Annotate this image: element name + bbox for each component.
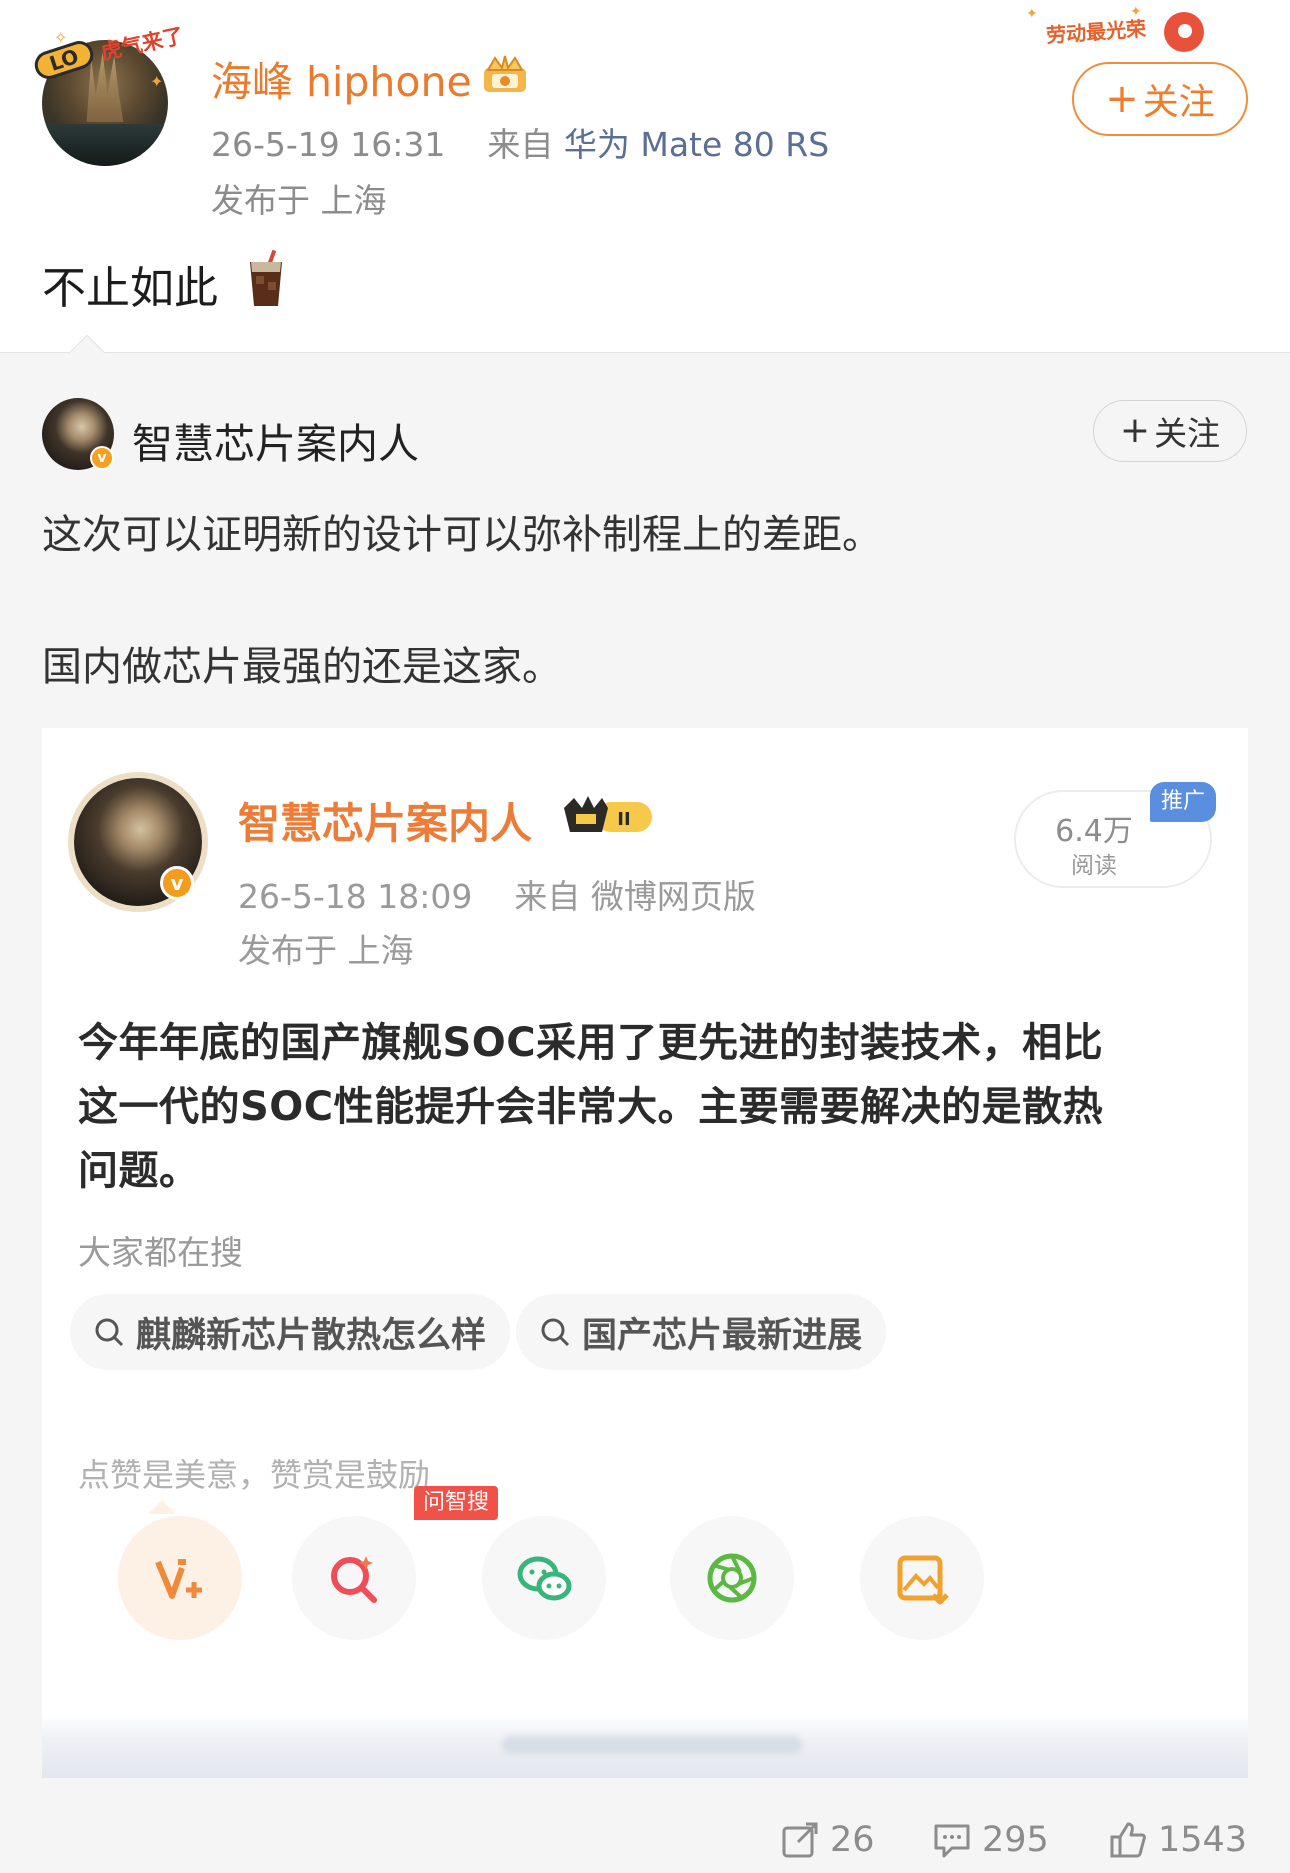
wechat-icon [517, 1556, 572, 1601]
save-image-button [860, 1516, 984, 1640]
read-count: 6.4万 [1055, 814, 1133, 849]
avatar-frame-text: 虎气来了 [98, 23, 186, 65]
search-chip: 麒麟新芯片散热怎么样 [70, 1294, 511, 1370]
source-prefix: 来自 [487, 125, 554, 164]
like-action[interactable]: 1543 [1108, 1820, 1247, 1860]
iced-drink-emoji-icon [250, 250, 282, 306]
repost-count: 26 [830, 1820, 875, 1860]
embedded-post-source: 来自 微博网页版 [514, 877, 756, 916]
embedded-body-line: 问题。 [78, 1148, 200, 1194]
vip-level-badge-icon: II [564, 796, 652, 832]
blurred-bottom-bar [42, 1714, 1248, 1778]
comment-count: 295 [982, 1820, 1049, 1860]
follow-button[interactable]: + 关注 [1072, 62, 1248, 136]
original-post: LO 虎气来了 ✦ ✧ 海峰 hiphone 26-5-19 16:31 来自 … [0, 0, 1290, 352]
trending-search-title: 大家都在搜 [78, 1233, 243, 1272]
sparkle-icon: ✦ [150, 72, 164, 91]
like-count: 1543 [1158, 1820, 1248, 1860]
ai-search-button [292, 1516, 416, 1640]
repost-text-line: 这次可以证明新的设计可以弥补制程上的差距。 [42, 512, 882, 558]
weibo-post-page: LO 虎气来了 ✦ ✧ 海峰 hiphone 26-5-19 16:31 来自 … [0, 0, 1290, 1873]
repost-author-avatar[interactable]: v [42, 398, 114, 470]
follow-button-label: 关注 [1142, 82, 1215, 123]
thumbs-up-icon [1110, 1822, 1146, 1858]
embedded-post-time: 26-5-18 18:09 [238, 877, 473, 916]
embedded-author-name: 智慧芯片案内人 [238, 799, 533, 848]
verified-badge-icon: v [160, 866, 194, 900]
source-device[interactable]: 华为 Mate 80 RS [564, 125, 829, 164]
read-count-label: 阅读 [1071, 853, 1117, 879]
author-name[interactable]: 海峰 hiphone [211, 48, 472, 108]
embedded-author-avatar: v [68, 772, 208, 912]
search-chip-label: 国产芯片最新进展 [582, 1315, 863, 1356]
repost-follow-button[interactable]: + 关注 [1093, 400, 1247, 462]
embedded-screenshot-image[interactable]: v 智慧芯片案内人 II 26-5-18 18:09 来自 微博网页版 发布于 … [42, 728, 1248, 1778]
search-chip: 国产芯片最新进展 [516, 1294, 887, 1370]
wechat-share-button [482, 1516, 606, 1640]
avatar-water-graphic [42, 124, 168, 166]
post-time: 26-5-19 16:31 [211, 125, 446, 164]
embedded-body-line: 这一代的SOC性能提升会非常大。主要需要解决的是散热 [78, 1084, 1104, 1130]
ai-search-icon [331, 1556, 377, 1603]
repost-author-name[interactable]: 智慧芯片案内人 [132, 410, 419, 470]
vip-crown-icon [484, 55, 526, 92]
plus-icon: + [1105, 76, 1139, 122]
verified-badge-icon: v [90, 446, 114, 470]
embedded-post-meta: 26-5-18 18:09 来自 微博网页版 [238, 870, 756, 918]
labor-day-badge: ✦ ✦ 劳动最光荣 [1018, 4, 1214, 62]
embedded-body-line: 今年年底的国产旗舰SOC采用了更先进的封装技术，相比 [78, 1020, 1104, 1066]
plus-icon: + [1119, 410, 1151, 451]
repost-text-line: 国内做芯片最强的还是这家。 [42, 644, 562, 690]
paint-brush-highlight [1178, 24, 1192, 38]
search-icon [541, 1318, 570, 1347]
post-text: 不止如此 [42, 263, 218, 314]
vip-level-text: II [617, 809, 630, 830]
tip-caret [148, 1500, 176, 1514]
post-location: 发布于 上海 [211, 181, 387, 220]
comment-icon [934, 1824, 970, 1858]
reward-button [118, 1516, 242, 1640]
save-image-icon [897, 1555, 949, 1605]
moments-icon [707, 1553, 757, 1603]
post-meta: 26-5-19 16:31 来自 华为 Mate 80 RS [211, 118, 829, 166]
repost-follow-label: 关注 [1154, 414, 1221, 453]
reward-icon [155, 1559, 202, 1599]
promote-tag: 推广 [1150, 782, 1216, 822]
repost-icon [782, 1822, 818, 1858]
sparkle-icon: ✧ [54, 28, 68, 47]
repost-action[interactable]: 26 [780, 1820, 875, 1860]
reward-tip-text: 点赞是美意，赞赏是鼓励 [78, 1456, 431, 1494]
search-chip-label: 麒麟新芯片散热怎么样 [136, 1315, 487, 1356]
ask-search-tag: 问智搜 [414, 1486, 498, 1520]
embedded-post-location: 发布于 上海 [238, 931, 414, 970]
search-icon [95, 1318, 124, 1347]
moments-share-button [670, 1516, 794, 1640]
avatar-frame-decoration: LO 虎气来了 ✦ ✧ [30, 24, 186, 91]
labor-badge-text: 劳动最光荣 [1045, 16, 1147, 48]
comment-action[interactable]: 295 [932, 1820, 1049, 1860]
sparkle-icon: ✦ [1026, 6, 1038, 22]
